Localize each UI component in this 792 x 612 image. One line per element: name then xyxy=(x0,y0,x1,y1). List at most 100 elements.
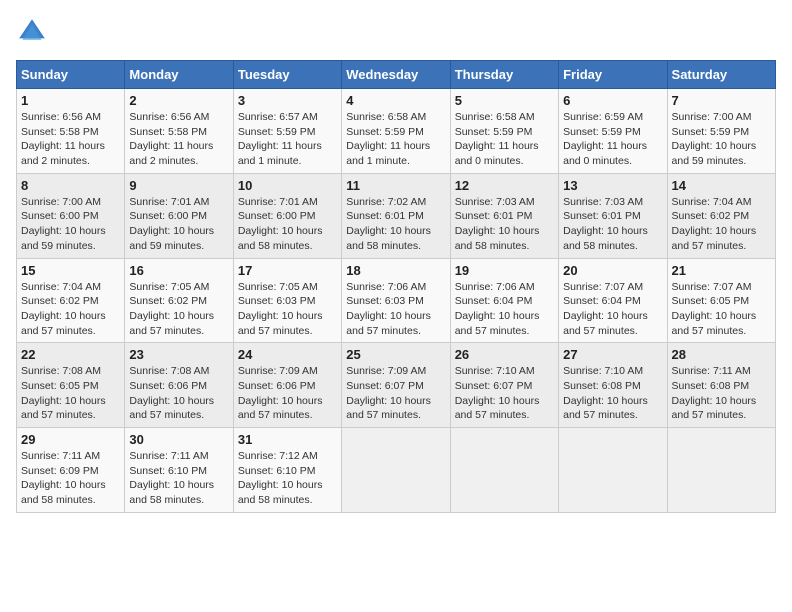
day-info: Sunrise: 7:01 AM Sunset: 6:00 PM Dayligh… xyxy=(238,195,337,254)
page-header xyxy=(16,16,776,48)
day-info: Sunrise: 7:05 AM Sunset: 6:03 PM Dayligh… xyxy=(238,280,337,339)
day-info: Sunrise: 7:09 AM Sunset: 6:07 PM Dayligh… xyxy=(346,364,445,423)
calendar-day-cell: 8 Sunrise: 7:00 AM Sunset: 6:00 PM Dayli… xyxy=(17,173,125,258)
day-info: Sunrise: 6:57 AM Sunset: 5:59 PM Dayligh… xyxy=(238,110,337,169)
day-number: 7 xyxy=(672,93,771,108)
day-number: 14 xyxy=(672,178,771,193)
calendar-day-cell: 22 Sunrise: 7:08 AM Sunset: 6:05 PM Dayl… xyxy=(17,343,125,428)
day-info: Sunrise: 7:11 AM Sunset: 6:09 PM Dayligh… xyxy=(21,449,120,508)
day-number: 15 xyxy=(21,263,120,278)
calendar-day-cell: 31 Sunrise: 7:12 AM Sunset: 6:10 PM Dayl… xyxy=(233,428,341,513)
calendar-day-cell: 20 Sunrise: 7:07 AM Sunset: 6:04 PM Dayl… xyxy=(559,258,667,343)
calendar-week-3: 15 Sunrise: 7:04 AM Sunset: 6:02 PM Dayl… xyxy=(17,258,776,343)
day-number: 8 xyxy=(21,178,120,193)
day-number: 6 xyxy=(563,93,662,108)
calendar-day-cell: 30 Sunrise: 7:11 AM Sunset: 6:10 PM Dayl… xyxy=(125,428,233,513)
day-info: Sunrise: 7:00 AM Sunset: 6:00 PM Dayligh… xyxy=(21,195,120,254)
calendar-day-cell: 29 Sunrise: 7:11 AM Sunset: 6:09 PM Dayl… xyxy=(17,428,125,513)
day-number: 28 xyxy=(672,347,771,362)
calendar-day-cell: 24 Sunrise: 7:09 AM Sunset: 6:06 PM Dayl… xyxy=(233,343,341,428)
calendar-day-cell: 7 Sunrise: 7:00 AM Sunset: 5:59 PM Dayli… xyxy=(667,89,775,174)
day-number: 10 xyxy=(238,178,337,193)
weekday-header-saturday: Saturday xyxy=(667,61,775,89)
day-info: Sunrise: 7:07 AM Sunset: 6:04 PM Dayligh… xyxy=(563,280,662,339)
day-number: 24 xyxy=(238,347,337,362)
day-number: 29 xyxy=(21,432,120,447)
day-number: 17 xyxy=(238,263,337,278)
day-info: Sunrise: 7:00 AM Sunset: 5:59 PM Dayligh… xyxy=(672,110,771,169)
day-number: 16 xyxy=(129,263,228,278)
calendar-day-cell xyxy=(559,428,667,513)
day-info: Sunrise: 7:06 AM Sunset: 6:04 PM Dayligh… xyxy=(455,280,554,339)
day-number: 19 xyxy=(455,263,554,278)
day-info: Sunrise: 6:56 AM Sunset: 5:58 PM Dayligh… xyxy=(129,110,228,169)
day-number: 12 xyxy=(455,178,554,193)
day-number: 5 xyxy=(455,93,554,108)
day-number: 27 xyxy=(563,347,662,362)
weekday-header-wednesday: Wednesday xyxy=(342,61,450,89)
day-info: Sunrise: 7:12 AM Sunset: 6:10 PM Dayligh… xyxy=(238,449,337,508)
day-info: Sunrise: 6:58 AM Sunset: 5:59 PM Dayligh… xyxy=(346,110,445,169)
calendar-day-cell: 25 Sunrise: 7:09 AM Sunset: 6:07 PM Dayl… xyxy=(342,343,450,428)
calendar-day-cell: 13 Sunrise: 7:03 AM Sunset: 6:01 PM Dayl… xyxy=(559,173,667,258)
calendar-day-cell: 1 Sunrise: 6:56 AM Sunset: 5:58 PM Dayli… xyxy=(17,89,125,174)
day-number: 11 xyxy=(346,178,445,193)
calendar-week-1: 1 Sunrise: 6:56 AM Sunset: 5:58 PM Dayli… xyxy=(17,89,776,174)
day-info: Sunrise: 7:11 AM Sunset: 6:10 PM Dayligh… xyxy=(129,449,228,508)
day-info: Sunrise: 7:10 AM Sunset: 6:08 PM Dayligh… xyxy=(563,364,662,423)
calendar-day-cell: 12 Sunrise: 7:03 AM Sunset: 6:01 PM Dayl… xyxy=(450,173,558,258)
day-info: Sunrise: 7:09 AM Sunset: 6:06 PM Dayligh… xyxy=(238,364,337,423)
day-info: Sunrise: 7:08 AM Sunset: 6:05 PM Dayligh… xyxy=(21,364,120,423)
day-number: 23 xyxy=(129,347,228,362)
day-info: Sunrise: 6:58 AM Sunset: 5:59 PM Dayligh… xyxy=(455,110,554,169)
calendar-day-cell: 18 Sunrise: 7:06 AM Sunset: 6:03 PM Dayl… xyxy=(342,258,450,343)
calendar-header-row: SundayMondayTuesdayWednesdayThursdayFrid… xyxy=(17,61,776,89)
day-info: Sunrise: 7:04 AM Sunset: 6:02 PM Dayligh… xyxy=(672,195,771,254)
day-number: 26 xyxy=(455,347,554,362)
calendar-day-cell: 14 Sunrise: 7:04 AM Sunset: 6:02 PM Dayl… xyxy=(667,173,775,258)
day-info: Sunrise: 7:03 AM Sunset: 6:01 PM Dayligh… xyxy=(563,195,662,254)
day-number: 31 xyxy=(238,432,337,447)
calendar-day-cell: 9 Sunrise: 7:01 AM Sunset: 6:00 PM Dayli… xyxy=(125,173,233,258)
day-number: 25 xyxy=(346,347,445,362)
calendar-day-cell: 27 Sunrise: 7:10 AM Sunset: 6:08 PM Dayl… xyxy=(559,343,667,428)
day-info: Sunrise: 7:04 AM Sunset: 6:02 PM Dayligh… xyxy=(21,280,120,339)
day-info: Sunrise: 6:59 AM Sunset: 5:59 PM Dayligh… xyxy=(563,110,662,169)
calendar-day-cell: 21 Sunrise: 7:07 AM Sunset: 6:05 PM Dayl… xyxy=(667,258,775,343)
logo xyxy=(16,16,52,48)
day-info: Sunrise: 7:10 AM Sunset: 6:07 PM Dayligh… xyxy=(455,364,554,423)
calendar-day-cell: 4 Sunrise: 6:58 AM Sunset: 5:59 PM Dayli… xyxy=(342,89,450,174)
calendar-day-cell: 2 Sunrise: 6:56 AM Sunset: 5:58 PM Dayli… xyxy=(125,89,233,174)
calendar-day-cell: 6 Sunrise: 6:59 AM Sunset: 5:59 PM Dayli… xyxy=(559,89,667,174)
weekday-header-monday: Monday xyxy=(125,61,233,89)
calendar-table: SundayMondayTuesdayWednesdayThursdayFrid… xyxy=(16,60,776,513)
calendar-day-cell: 5 Sunrise: 6:58 AM Sunset: 5:59 PM Dayli… xyxy=(450,89,558,174)
day-info: Sunrise: 7:01 AM Sunset: 6:00 PM Dayligh… xyxy=(129,195,228,254)
day-info: Sunrise: 7:11 AM Sunset: 6:08 PM Dayligh… xyxy=(672,364,771,423)
day-number: 1 xyxy=(21,93,120,108)
day-number: 13 xyxy=(563,178,662,193)
day-info: Sunrise: 7:07 AM Sunset: 6:05 PM Dayligh… xyxy=(672,280,771,339)
day-number: 20 xyxy=(563,263,662,278)
calendar-week-2: 8 Sunrise: 7:00 AM Sunset: 6:00 PM Dayli… xyxy=(17,173,776,258)
day-number: 18 xyxy=(346,263,445,278)
day-number: 2 xyxy=(129,93,228,108)
day-number: 22 xyxy=(21,347,120,362)
day-info: Sunrise: 7:06 AM Sunset: 6:03 PM Dayligh… xyxy=(346,280,445,339)
day-info: Sunrise: 7:08 AM Sunset: 6:06 PM Dayligh… xyxy=(129,364,228,423)
calendar-day-cell: 23 Sunrise: 7:08 AM Sunset: 6:06 PM Dayl… xyxy=(125,343,233,428)
day-info: Sunrise: 7:03 AM Sunset: 6:01 PM Dayligh… xyxy=(455,195,554,254)
calendar-day-cell: 28 Sunrise: 7:11 AM Sunset: 6:08 PM Dayl… xyxy=(667,343,775,428)
weekday-header-sunday: Sunday xyxy=(17,61,125,89)
weekday-header-friday: Friday xyxy=(559,61,667,89)
day-info: Sunrise: 7:02 AM Sunset: 6:01 PM Dayligh… xyxy=(346,195,445,254)
day-number: 21 xyxy=(672,263,771,278)
calendar-week-5: 29 Sunrise: 7:11 AM Sunset: 6:09 PM Dayl… xyxy=(17,428,776,513)
calendar-day-cell: 11 Sunrise: 7:02 AM Sunset: 6:01 PM Dayl… xyxy=(342,173,450,258)
calendar-day-cell xyxy=(342,428,450,513)
calendar-day-cell: 15 Sunrise: 7:04 AM Sunset: 6:02 PM Dayl… xyxy=(17,258,125,343)
calendar-day-cell: 10 Sunrise: 7:01 AM Sunset: 6:00 PM Dayl… xyxy=(233,173,341,258)
weekday-header-thursday: Thursday xyxy=(450,61,558,89)
day-info: Sunrise: 7:05 AM Sunset: 6:02 PM Dayligh… xyxy=(129,280,228,339)
calendar-day-cell xyxy=(667,428,775,513)
